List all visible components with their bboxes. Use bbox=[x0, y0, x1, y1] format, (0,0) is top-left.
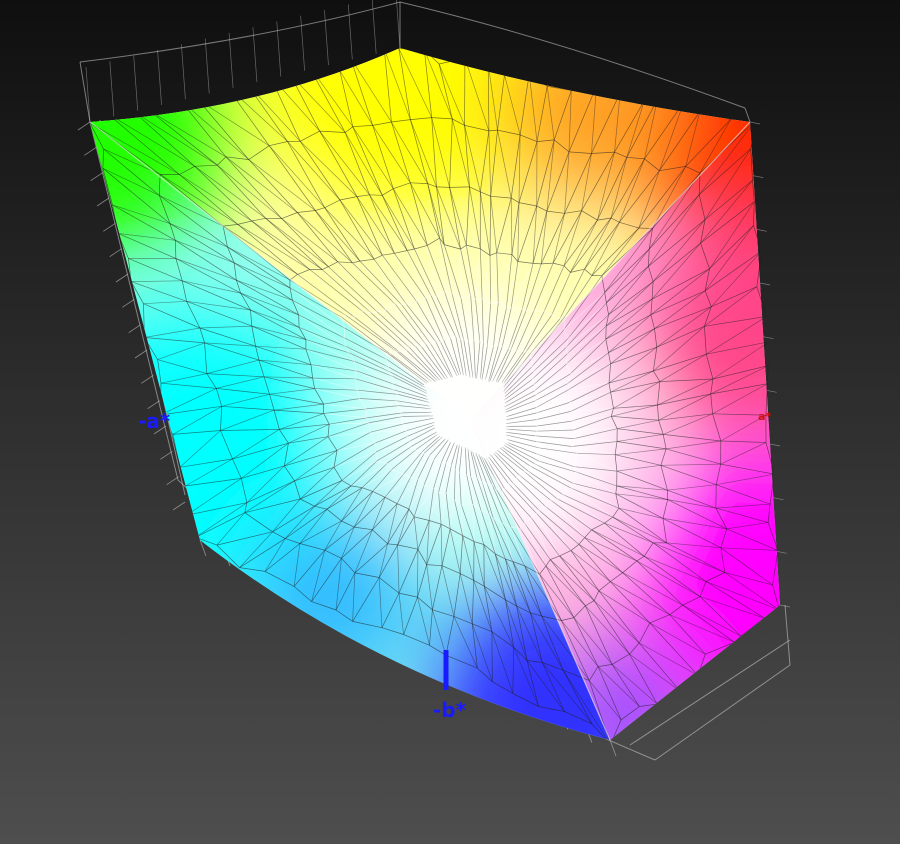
hull-rim-tick bbox=[166, 476, 179, 485]
mesh-edge bbox=[571, 85, 597, 91]
hull-rim-tick bbox=[749, 121, 761, 125]
mesh-edge bbox=[375, 452, 377, 462]
hull-rim-tick bbox=[133, 55, 139, 111]
mesh-edge bbox=[767, 365, 769, 384]
hull-rim-tick bbox=[753, 175, 764, 179]
mesh-edge bbox=[532, 263, 542, 265]
hull-rim-tick bbox=[77, 121, 91, 131]
hull-rim-tick bbox=[347, 4, 353, 60]
blob-azure bbox=[240, 510, 420, 690]
hull-rim-tick bbox=[204, 38, 210, 94]
mesh-edge bbox=[150, 99, 180, 112]
hull-rim-tick bbox=[396, 0, 401, 49]
hull-rim-tick bbox=[157, 49, 162, 105]
hull-rim-tick bbox=[324, 10, 329, 66]
gamut-3d-viewport[interactable]: -a* -b* a* bbox=[0, 0, 900, 844]
mesh-edge bbox=[461, 503, 473, 505]
hull-rim-tick bbox=[109, 248, 122, 257]
mesh-edge bbox=[472, 377, 476, 379]
hull-rim-tick bbox=[160, 451, 173, 460]
mesh-edge bbox=[369, 194, 383, 196]
blob-orange bbox=[500, 48, 680, 200]
pos-a-axis-label: a* bbox=[758, 410, 771, 423]
hull-rim-tick bbox=[773, 497, 784, 501]
hull-rim-tick bbox=[84, 147, 97, 156]
hull-rim-tick bbox=[766, 389, 777, 393]
mesh-edge bbox=[504, 73, 530, 76]
hull-rim-tick bbox=[181, 44, 186, 100]
hull-rim-tick bbox=[769, 443, 781, 447]
mesh-edge bbox=[197, 84, 226, 100]
hull-edge bbox=[744, 107, 751, 123]
hull-rim-tick bbox=[172, 501, 186, 511]
hull-rim-tick bbox=[759, 282, 771, 286]
mesh-edge bbox=[106, 111, 134, 114]
mesh-edge bbox=[464, 57, 489, 65]
hull-rim-tick bbox=[147, 400, 160, 409]
hull-rim-tick bbox=[90, 172, 103, 181]
mesh-edge bbox=[306, 62, 340, 71]
mesh-edge bbox=[750, 119, 757, 149]
hull-rim-tick bbox=[134, 349, 148, 359]
mesh-edge bbox=[483, 544, 485, 587]
hull-rim-tick bbox=[115, 273, 129, 283]
mesh-edge bbox=[768, 341, 770, 366]
hull-rim-tick bbox=[96, 197, 110, 207]
mesh-edge bbox=[620, 92, 645, 102]
mesh-edge bbox=[225, 80, 246, 85]
hull-rim-tick bbox=[109, 61, 115, 117]
mesh-edge bbox=[449, 186, 470, 188]
hull-rim-tick bbox=[85, 66, 91, 123]
mesh-edge bbox=[186, 515, 196, 538]
mesh-edge bbox=[436, 431, 438, 435]
mesh-edge bbox=[244, 74, 270, 82]
mesh-edge bbox=[503, 399, 506, 404]
mesh-edge bbox=[350, 48, 385, 59]
neg-a-axis-label: -a* bbox=[138, 409, 171, 433]
neg-b-axis-label: -b* bbox=[433, 698, 467, 722]
hull-rim-tick bbox=[228, 32, 234, 88]
mesh-edge bbox=[185, 485, 187, 516]
mesh-edge bbox=[436, 186, 450, 188]
mesh-edge bbox=[596, 85, 621, 94]
hull-rim-tick bbox=[128, 324, 141, 333]
hull-edge bbox=[79, 61, 91, 123]
hull-rim-tick bbox=[103, 223, 116, 232]
mesh-edge bbox=[269, 73, 291, 76]
hull-rim-tick bbox=[776, 550, 787, 554]
hull-rim-tick bbox=[300, 15, 305, 71]
hull-rim-tick bbox=[763, 336, 774, 340]
mesh-edge bbox=[657, 99, 684, 103]
mesh-edge bbox=[644, 99, 658, 102]
hull-rim-tick bbox=[122, 299, 135, 308]
mesh-edge bbox=[460, 249, 462, 299]
gamut-volume-render: -a* -b* a* bbox=[77, 0, 791, 761]
mesh-edge bbox=[339, 57, 351, 71]
hull-rim-tick bbox=[756, 228, 767, 232]
hull-rim-tick bbox=[141, 375, 154, 384]
mesh-edge bbox=[683, 102, 701, 112]
